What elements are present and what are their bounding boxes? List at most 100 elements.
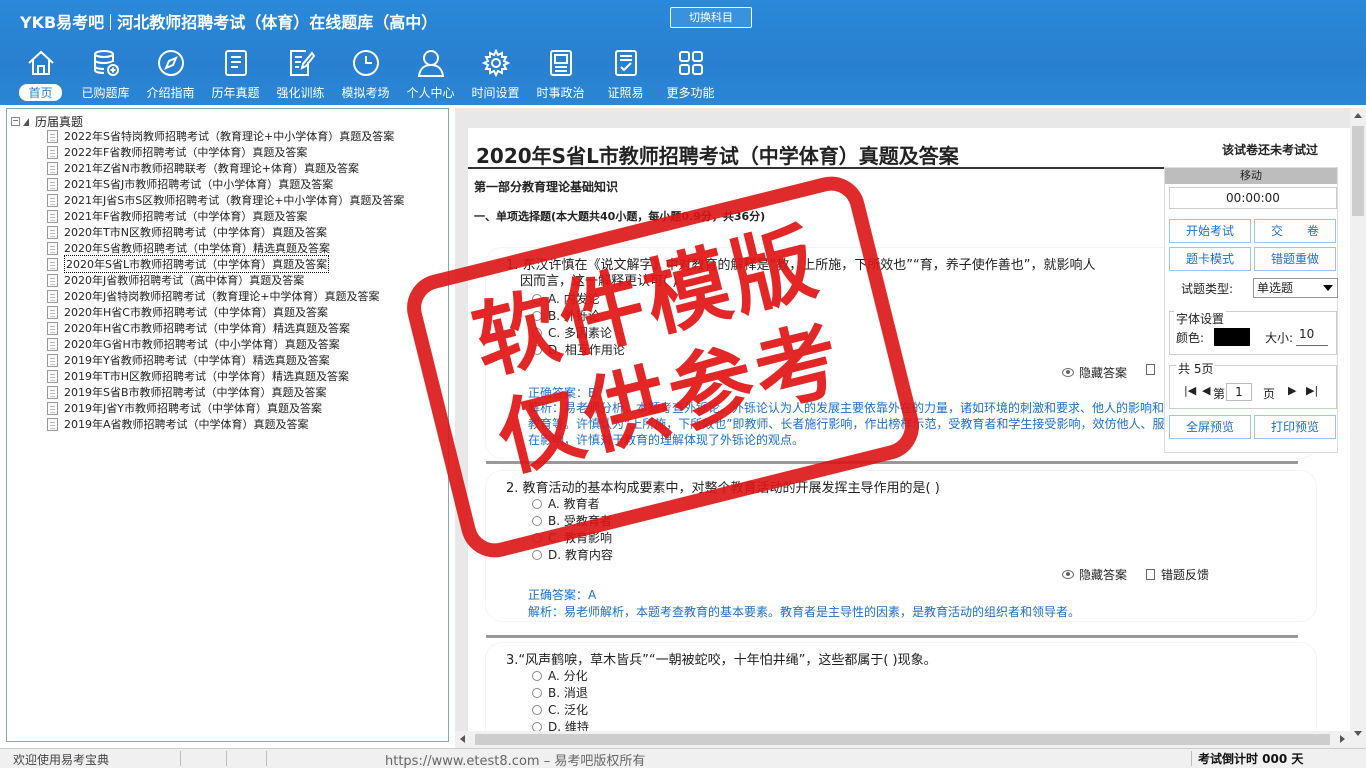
toolbar-label: 个人中心 <box>406 86 455 100</box>
scroll-thumb[interactable] <box>1352 126 1364 216</box>
option[interactable]: C. 教育影响 <box>532 529 612 546</box>
tree-item[interactable]: 2021年Z省N市教师招聘联考（教育理论+体育）真题及答案 <box>47 160 404 176</box>
radio-button[interactable] <box>532 327 542 338</box>
scroll-right-icon[interactable] <box>1340 735 1345 743</box>
page-input[interactable]: 1 <box>1226 383 1252 401</box>
hide-answer-button[interactable]: 隐藏答案 <box>1062 364 1127 381</box>
toolbar-guide[interactable]: 介绍指南 <box>138 46 203 104</box>
next-page-icon[interactable]: ▶ <box>1288 384 1296 397</box>
tree-item[interactable]: 2019年J省Y市教师招聘考试（中学体育）真题及答案 <box>47 400 404 416</box>
tree-item[interactable]: 2020年T市N区教师招聘考试（中学体育）真题及答案 <box>47 224 404 240</box>
horizontal-scrollbar[interactable] <box>455 731 1350 748</box>
radio-button[interactable] <box>532 344 542 355</box>
tree-item[interactable]: 2021年F省教师招聘考试（中学体育）真题及答案 <box>47 208 404 224</box>
question-type-select[interactable]: 单选题 <box>1253 278 1338 298</box>
tree-item-label: 2022年F省教师招聘考试（中学体育）真题及答案 <box>64 146 308 159</box>
card-mode-button[interactable]: 题卡模式 <box>1169 247 1251 271</box>
paper-tree: − 历届真题 2022年S省特岗教师招聘考试（教育理论+中小学体育）真题及答案 2… <box>6 108 449 742</box>
color-swatch[interactable] <box>1214 328 1250 346</box>
fullscreen-preview-button[interactable]: 全屏预览 <box>1169 415 1251 439</box>
tree-item[interactable]: 2019年T市H区教师招聘考试（中学体育）精选真题及答案 <box>47 368 404 384</box>
tree-item[interactable]: 2020年G省H市教师招聘考试（中小学体育）真题及答案 <box>47 336 404 352</box>
tree-item[interactable]: 2020年S省教师招聘考试（中学体育）精选真题及答案 <box>47 240 404 256</box>
toolbar-mock-exam[interactable]: 模拟考场 <box>333 46 398 104</box>
tree-item[interactable]: 2020年H省C市教师招聘考试（中学体育）精选真题及答案 <box>47 320 404 336</box>
radio-button[interactable] <box>532 515 542 526</box>
toolbar-purchased-banks[interactable]: 已购题库 <box>73 46 138 104</box>
toolbar-personal-center[interactable]: 个人中心 <box>398 46 463 104</box>
scroll-down-icon[interactable] <box>1354 731 1362 736</box>
radio-button[interactable] <box>532 532 542 543</box>
question-card: 3.“风声鹤唳，草木皆兵”“一朝被蛇咬，十年怕井绳”，这些都属于( )现象。 A… <box>486 643 1316 731</box>
tree-item[interactable]: 2020年J省教师招聘考试（高中体育）真题及答案 <box>47 272 404 288</box>
tree-item[interactable]: 2020年S省L市教师招聘考试（中学体育）真题及答案 <box>47 255 404 273</box>
tree-item[interactable]: 2022年F省教师招聘考试（中学体育）真题及答案 <box>47 144 404 160</box>
toolbar-training[interactable]: 强化训练 <box>268 46 333 104</box>
vertical-scrollbar[interactable] <box>1350 108 1366 748</box>
option[interactable]: A. 分化 <box>532 667 588 684</box>
toolbar-home[interactable]: 首页 <box>8 46 73 104</box>
document-icon <box>47 241 58 255</box>
radio-button[interactable] <box>532 310 542 321</box>
tree-item[interactable]: 2020年H省C市教师招聘考试（中学体育）真题及答案 <box>47 304 404 320</box>
option[interactable]: D. 维持 <box>532 718 589 731</box>
radio-button[interactable] <box>532 704 542 715</box>
option-label: B. 消退 <box>548 686 588 700</box>
option[interactable]: B. 外铄论 <box>532 307 600 324</box>
option-label: C. 教育影响 <box>548 531 613 545</box>
toolbar-certificates[interactable]: 证照易 <box>593 46 658 104</box>
option[interactable]: B. 消退 <box>532 684 588 701</box>
welcome-text: 欢迎使用易考宝典 <box>13 753 110 767</box>
first-page-icon[interactable]: |◀ <box>1184 384 1196 397</box>
tree-item[interactable]: 2019年Y省教师招聘考试（中学体育）精选真题及答案 <box>47 352 404 368</box>
scroll-left-icon[interactable] <box>460 735 465 743</box>
last-page-icon[interactable]: ▶| <box>1306 384 1318 397</box>
toolbar-past-papers[interactable]: 历年真题 <box>203 46 268 104</box>
radio-button[interactable] <box>532 293 542 304</box>
tree-item-label: 2020年H省C市教师招聘考试（中学体育）精选真题及答案 <box>64 322 350 335</box>
option[interactable]: D. 相互作用论 <box>532 341 625 358</box>
switch-subject-button[interactable]: 切换科目 <box>670 7 752 28</box>
document-icon <box>47 193 58 207</box>
toolbar-time-settings[interactable]: 时间设置 <box>463 46 528 104</box>
option[interactable]: A. 内发论 <box>532 290 600 307</box>
tree-item-label: 2019年A省教师招聘考试（中学体育）真题及答案 <box>64 418 309 431</box>
submit-button[interactable]: 交 卷 <box>1254 219 1336 243</box>
radio-button[interactable] <box>532 498 542 509</box>
prev-page-icon[interactable]: ◀ <box>1202 384 1210 397</box>
toolbar-current-affairs[interactable]: 时事政治 <box>528 46 593 104</box>
font-settings-title: 字体设置 <box>1174 310 1227 327</box>
start-exam-button[interactable]: 开始考试 <box>1169 219 1251 243</box>
feedback-button[interactable] <box>1146 364 1161 375</box>
tree-item[interactable]: 2019年S省B市教师招聘考试（中学体育）真题及答案 <box>47 384 404 400</box>
tree-item[interactable]: 2021年J省S市S区教师招聘考试（教育理论+中小学体育）真题及答案 <box>47 192 404 208</box>
scroll-thumb[interactable] <box>475 734 1330 745</box>
panel-title[interactable]: 移动 <box>1165 168 1337 184</box>
radio-button[interactable] <box>532 670 542 681</box>
option[interactable]: B. 受教育者 <box>532 512 612 529</box>
radio-button[interactable] <box>532 549 542 560</box>
print-preview-button[interactable]: 打印预览 <box>1254 415 1336 439</box>
tree-item[interactable]: 2019年A省教师招聘考试（中学体育）真题及答案 <box>47 416 404 432</box>
hide-answer-button[interactable]: 隐藏答案 <box>1062 566 1127 583</box>
scroll-up-icon[interactable] <box>1354 113 1362 118</box>
tree-item[interactable]: 2020年J省特岗教师招聘考试（教育理论+中学体育）真题及答案 <box>47 288 404 304</box>
toolbar-more[interactable]: 更多功能 <box>658 46 723 104</box>
tree-item[interactable]: 2022年S省特岗教师招聘考试（教育理论+中小学体育）真题及答案 <box>47 128 404 144</box>
document-icon <box>47 385 58 399</box>
exam-status: 该试卷还未考试过 <box>1222 143 1319 157</box>
option[interactable]: C. 多因素论 <box>532 324 612 341</box>
option[interactable]: C. 泛化 <box>532 701 588 718</box>
option[interactable]: A. 教育者 <box>532 495 600 512</box>
feedback-button[interactable]: 错题反馈 <box>1146 566 1209 583</box>
option[interactable]: D. 教育内容 <box>532 546 613 563</box>
radio-button[interactable] <box>532 687 542 698</box>
database-icon <box>89 46 123 80</box>
tree-item[interactable]: 2021年S省J市教师招聘考试（中小学体育）真题及答案 <box>47 176 404 192</box>
hide-answer-label: 隐藏答案 <box>1079 568 1128 582</box>
font-size-input[interactable]: 10 <box>1296 327 1328 346</box>
radio-button[interactable] <box>532 721 542 731</box>
redo-wrong-button[interactable]: 错题重做 <box>1254 247 1336 271</box>
brand: YKB易考吧 河北教师招聘考试（体育）在线题库（高中） <box>20 9 437 33</box>
collapse-icon[interactable]: − <box>11 117 20 126</box>
